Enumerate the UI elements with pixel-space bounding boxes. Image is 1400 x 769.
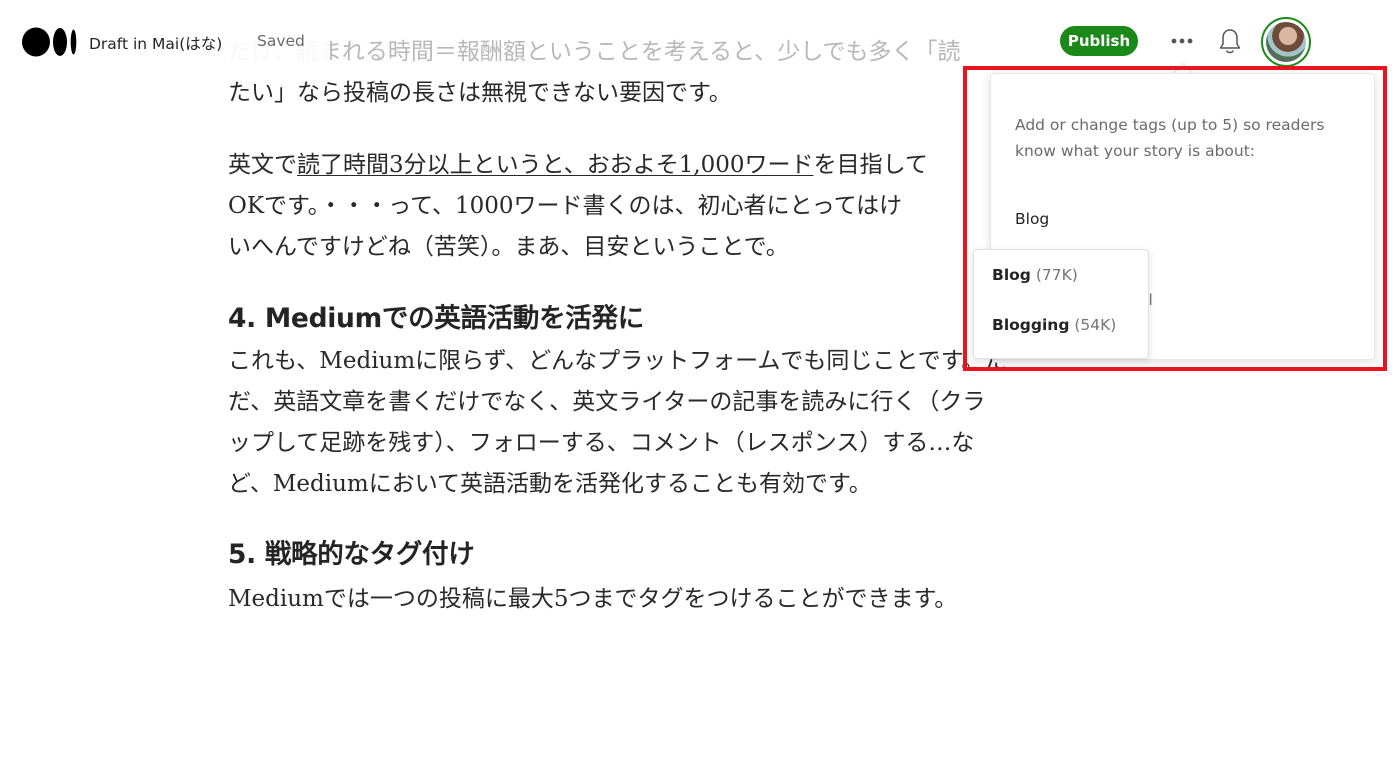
paragraph-line: 英文で読了時間3分以上というと、おおよそ1,000ワードを目指して: [228, 145, 1098, 186]
tag-suggestion-item[interactable]: Blog (77K): [992, 266, 1078, 284]
paragraph-line: だ、英語文章を書くだけでなく、英文ライターの記事を読みに行く（クラ: [228, 389, 986, 415]
paragraph-line: いへんですけどね（苦笑）。まあ、目安ということで。: [228, 234, 789, 260]
paragraph-activity: これも、Mediumに限らず、どんなプラットフォームでも同じことです。た だ、英…: [228, 341, 1098, 505]
avatar: [1266, 22, 1306, 62]
more-options-button[interactable]: [1168, 30, 1196, 52]
section-heading-5: 5. 戦略的なタグ付け: [228, 539, 475, 570]
tag-suggestion-count: (77K): [1035, 266, 1078, 284]
tag-suggestion-count: (54K): [1074, 316, 1117, 334]
tag-suggestion-item[interactable]: Blogging (54K): [992, 316, 1116, 334]
tag-suggestion-name: Blogging: [992, 316, 1070, 334]
tag-suggestion-name: Blog: [992, 266, 1031, 284]
user-avatar-button[interactable]: [1261, 17, 1311, 67]
draft-owner-label: Draft in Mai(はな): [89, 35, 223, 53]
publish-button[interactable]: Publish: [1060, 26, 1138, 56]
paragraph-tags: Mediumでは一つの投稿に最大5つまでタグをつけることができます。: [228, 579, 1098, 620]
section-heading-4: 4. Mediumでの英語活動を活発に: [228, 303, 644, 334]
bell-icon: [1219, 29, 1241, 54]
article-body[interactable]: だけ、読まれる時間＝報酬額ということを考えると、少しでも多く「読 たい」なら投稿…: [228, 32, 1098, 651]
top-bar: Draft in Mai(はな) Saved Publish: [0, 0, 1400, 80]
paragraph-line: ど、Mediumにおいて英語活動を活発化することも有効です。: [228, 471, 872, 497]
tag-help-text: Add or change tags (up to 5) so readers …: [1015, 116, 1325, 160]
paragraph-word-count: 英文で読了時間3分以上というと、おおよそ1,000ワードを目指して OKです。・…: [228, 145, 1098, 268]
underlined-link[interactable]: 読了時間3分以上というと、おおよそ1,000ワード: [297, 152, 814, 178]
paragraph-line: ップして足跡を残す）、フォローする、コメント（レスポンス）する…な: [228, 430, 975, 456]
notifications-button[interactable]: [1216, 26, 1244, 56]
more-horizontal-icon: [1171, 38, 1193, 44]
text-run: を目指して: [813, 152, 928, 178]
paragraph-line: OKです。・・・って、1000ワード書くのは、初心者にとってはけ: [228, 193, 903, 219]
paragraph-line: これも、Mediumに限らず、どんなプラットフォームでも同じことです。た: [228, 348, 1008, 374]
tag-suggestion-list: Blog (77K) Blogging (54K): [973, 249, 1149, 359]
text-run: 英文で: [228, 152, 297, 178]
tag-input[interactable]: [1015, 206, 1315, 232]
medium-logo-icon[interactable]: [22, 27, 78, 57]
paragraph-line: Mediumでは一つの投稿に最大5つまでタグをつけることができます。: [228, 586, 958, 612]
save-status: Saved: [257, 32, 305, 50]
